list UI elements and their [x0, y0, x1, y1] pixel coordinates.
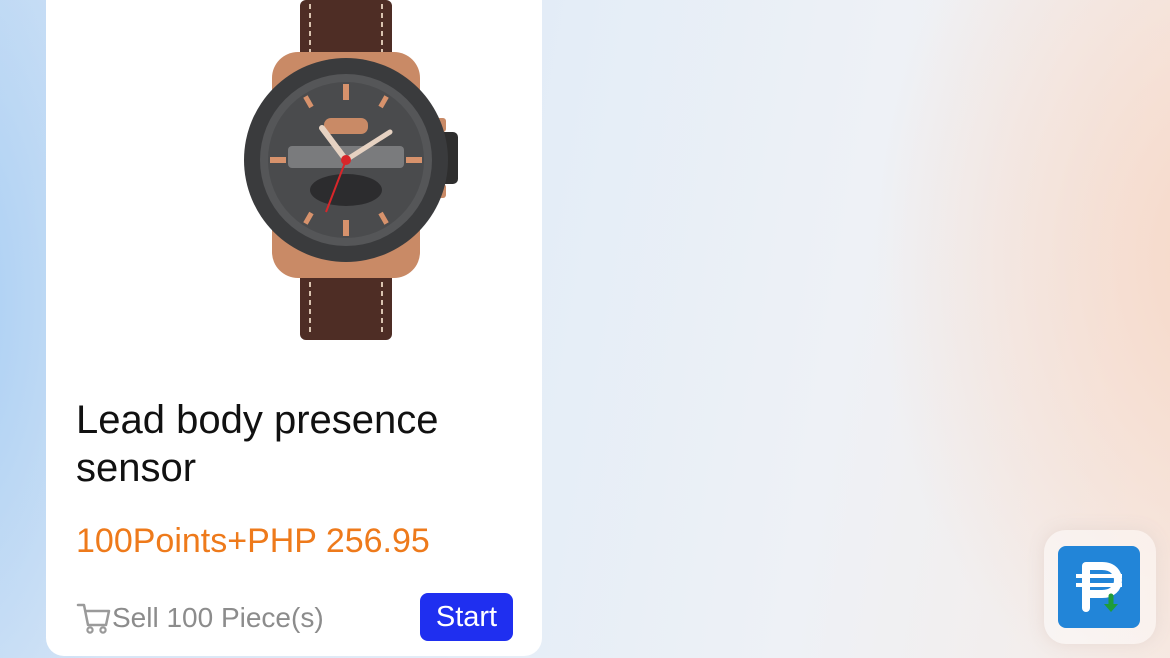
sales-info: Sell 100 Piece(s)	[76, 598, 324, 638]
peso-withdraw-button[interactable]	[1058, 546, 1140, 628]
product-price: 100Points+PHP 256.95	[76, 522, 430, 560]
floating-action-container	[1044, 530, 1156, 644]
product-title: Lead body presence sensor	[76, 398, 439, 490]
peso-withdraw-icon	[1076, 562, 1122, 612]
product-image	[244, 0, 458, 340]
sales-count: Sell 100 Piece(s)	[112, 602, 324, 633]
cart-icon	[76, 603, 111, 634]
product-card[interactable]: Lead body presence sensor 100Points+PHP …	[46, 0, 542, 656]
start-button[interactable]: Start	[420, 593, 513, 641]
